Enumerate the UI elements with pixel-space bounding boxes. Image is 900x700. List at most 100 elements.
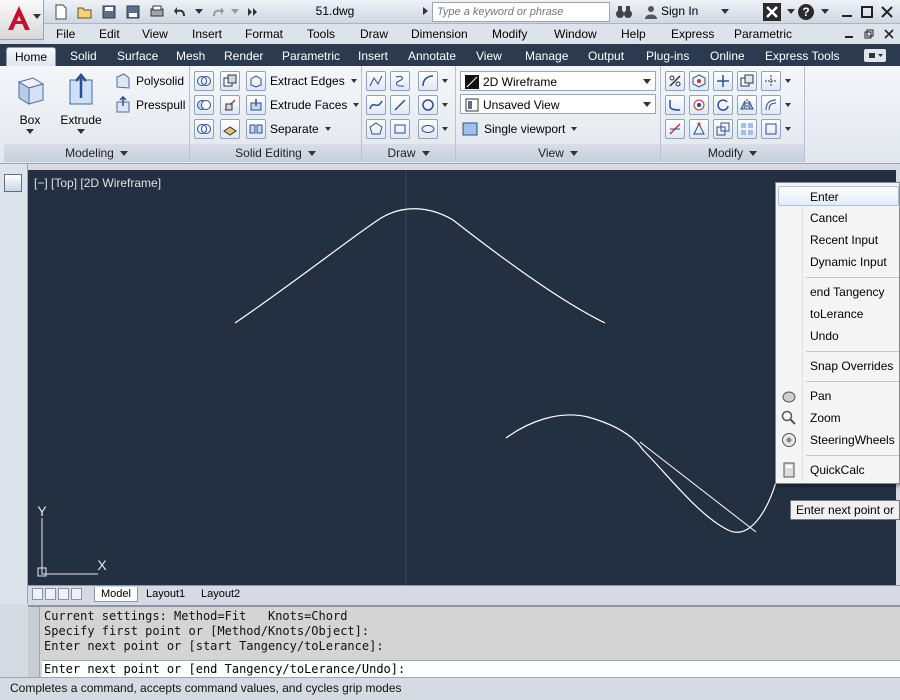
- exchange-apps-icon[interactable]: [762, 2, 782, 22]
- polysolid-button[interactable]: Polysolid: [114, 70, 184, 92]
- open-file-icon[interactable]: [74, 2, 96, 22]
- tab-layout2[interactable]: Layout2: [195, 587, 246, 602]
- scale-button[interactable]: [713, 118, 737, 140]
- plot-icon[interactable]: [146, 2, 168, 22]
- extrude-dropdown-icon[interactable]: [77, 129, 85, 135]
- tab-online[interactable]: Online: [710, 47, 745, 66]
- menu-item-pan[interactable]: Pan: [810, 389, 831, 403]
- tab-mesh[interactable]: Mesh: [176, 47, 205, 66]
- sign-in-link[interactable]: Sign In: [661, 4, 698, 18]
- array-dropdown-icon[interactable]: [785, 79, 791, 83]
- extract-edges-dropdown-icon[interactable]: [350, 79, 357, 83]
- menu-item-dynamic-input[interactable]: Dynamic Input: [810, 255, 887, 269]
- subtract-button[interactable]: [194, 94, 218, 116]
- polyline-button[interactable]: [366, 70, 390, 92]
- command-line-input[interactable]: Enter next point or [end Tangency/toLera…: [42, 660, 900, 678]
- modeling-panel-title[interactable]: Modeling: [4, 144, 189, 162]
- 3d-align-button[interactable]: [689, 118, 713, 140]
- last-layout-icon[interactable]: [71, 588, 82, 600]
- arc-button[interactable]: [418, 70, 448, 92]
- tab-model[interactable]: Model: [94, 587, 138, 602]
- ellipse-dropdown-icon[interactable]: [442, 127, 448, 131]
- menu-draw[interactable]: Draw: [360, 27, 388, 41]
- help-dropdown-icon[interactable]: [818, 2, 832, 22]
- user-icon[interactable]: [643, 2, 659, 22]
- save-icon[interactable]: [98, 2, 120, 22]
- extract-edges-button[interactable]: Extract Edges: [246, 70, 357, 92]
- more-modify-dropdown-icon[interactable]: [785, 127, 791, 131]
- intersect-button[interactable]: [194, 118, 218, 140]
- tab-home[interactable]: Home: [6, 47, 57, 66]
- doc-minimize-icon[interactable]: [840, 26, 858, 42]
- circle-dropdown-icon[interactable]: [442, 103, 448, 107]
- tab-parametric[interactable]: Parametric: [282, 47, 340, 66]
- menu-parametric[interactable]: Parametric: [734, 27, 792, 41]
- view-panel-title[interactable]: View: [456, 144, 660, 162]
- box-dropdown-icon[interactable]: [26, 129, 34, 135]
- tab-annotate[interactable]: Annotate: [408, 47, 456, 66]
- menu-express[interactable]: Express: [671, 27, 714, 41]
- 3d-rotate-button[interactable]: [689, 94, 713, 116]
- rectangle-button[interactable]: [390, 118, 414, 140]
- tab-output[interactable]: Output: [588, 47, 624, 66]
- menu-modify[interactable]: Modify: [492, 27, 527, 41]
- maximize-window-icon[interactable]: [858, 2, 876, 22]
- fillet-button[interactable]: [665, 94, 689, 116]
- extrude-faces-button[interactable]: Extrude Faces: [246, 94, 360, 116]
- rotate-button[interactable]: [713, 94, 737, 116]
- undo-icon[interactable]: [170, 2, 192, 22]
- copy-button[interactable]: [737, 70, 761, 92]
- minimize-window-icon[interactable]: [838, 2, 856, 22]
- tab-surface[interactable]: Surface: [117, 47, 158, 66]
- menu-item-snap-overrides[interactable]: Snap Overrides: [810, 359, 893, 373]
- new-file-icon[interactable]: [50, 2, 72, 22]
- help-search-input[interactable]: Type a keyword or phrase: [432, 2, 610, 22]
- redo-dropdown-icon[interactable]: [230, 2, 240, 22]
- array-button[interactable]: [761, 70, 791, 92]
- spline-curve-1[interactable]: [234, 208, 606, 324]
- menu-item-zoom[interactable]: Zoom: [810, 411, 841, 425]
- solid-history-button[interactable]: [220, 70, 244, 92]
- undo-dropdown-icon[interactable]: [194, 2, 204, 22]
- box-button[interactable]: Box: [8, 72, 52, 135]
- extrude-button[interactable]: Extrude: [56, 72, 106, 135]
- tab-manage[interactable]: Manage: [525, 47, 568, 66]
- 3d-move-button[interactable]: [689, 70, 713, 92]
- menu-view[interactable]: View: [142, 27, 168, 41]
- toolbar-window-icon[interactable]: [4, 174, 22, 192]
- tab-insert[interactable]: Insert: [358, 47, 388, 66]
- offset-dropdown-icon[interactable]: [785, 103, 791, 107]
- menu-edit[interactable]: Edit: [99, 27, 120, 41]
- doc-close-icon[interactable]: [880, 26, 898, 42]
- search-expand-icon[interactable]: [423, 7, 428, 15]
- help-icon[interactable]: ?: [796, 2, 816, 22]
- ellipse-button[interactable]: [418, 118, 448, 140]
- mirror-button[interactable]: [737, 94, 761, 116]
- menu-item-cancel[interactable]: Cancel: [810, 211, 847, 225]
- doc-restore-icon[interactable]: [860, 26, 878, 42]
- save-as-icon[interactable]: [122, 2, 144, 22]
- binoculars-icon[interactable]: [614, 2, 634, 22]
- tab-solid[interactable]: Solid: [70, 47, 97, 66]
- named-view-select[interactable]: Unsaved View: [460, 94, 656, 114]
- thicken-button[interactable]: [220, 118, 244, 140]
- command-window-grip[interactable]: [28, 607, 40, 679]
- prev-layout-icon[interactable]: [45, 588, 56, 600]
- redo-icon[interactable]: [206, 2, 228, 22]
- drawing-canvas[interactable]: [−] [Top] [2D Wireframe] Y X: [28, 170, 896, 585]
- next-layout-icon[interactable]: [58, 588, 69, 600]
- draw-panel-title[interactable]: Draw: [362, 144, 455, 162]
- menu-insert[interactable]: Insert: [192, 27, 222, 41]
- qat-overflow-icon[interactable]: [242, 2, 264, 22]
- separate-button[interactable]: Separate: [246, 118, 331, 140]
- menu-window[interactable]: Window: [554, 27, 597, 41]
- menu-tools[interactable]: Tools: [307, 27, 335, 41]
- more-modify-button[interactable]: [761, 118, 791, 140]
- menu-item-quickcalc[interactable]: QuickCalc: [810, 463, 865, 477]
- erase-button[interactable]: [665, 70, 689, 92]
- menu-file[interactable]: File: [56, 27, 75, 41]
- offset-button[interactable]: [761, 94, 791, 116]
- tab-render[interactable]: Render: [224, 47, 263, 66]
- application-menu-button[interactable]: [0, 0, 44, 40]
- extrude-faces-dropdown-icon[interactable]: [353, 103, 360, 107]
